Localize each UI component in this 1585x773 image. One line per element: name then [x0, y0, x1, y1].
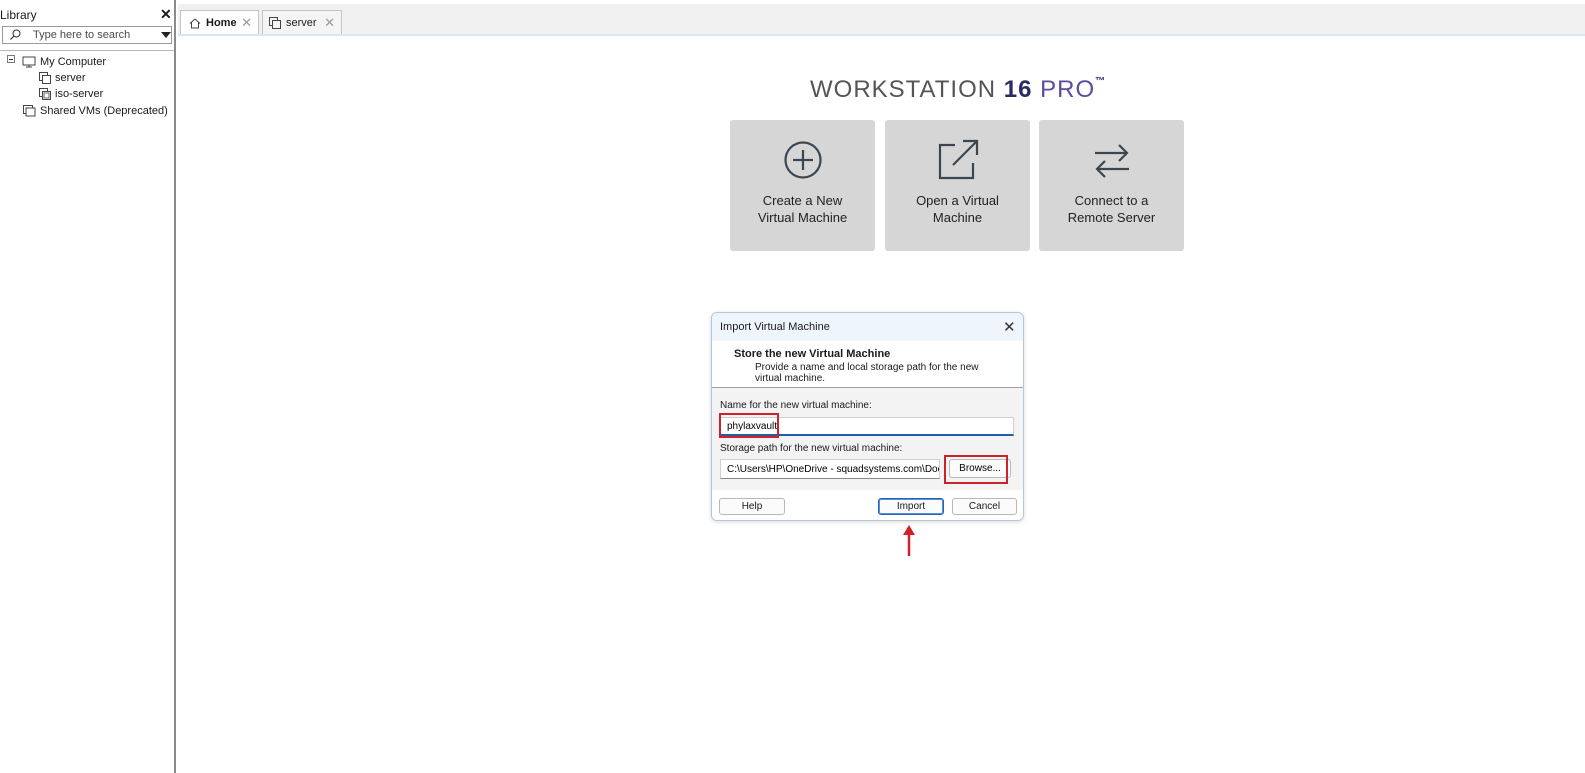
- connect-server-tile[interactable]: Connect to a Remote Server: [1039, 120, 1184, 251]
- library-tree: My Computer server iso-server Shared VMs…: [0, 50, 174, 771]
- collapse-icon[interactable]: [7, 55, 15, 63]
- name-highlight-box: [719, 413, 779, 438]
- tab-close-icon[interactable]: ✕: [324, 15, 335, 31]
- tree-item-label: My Computer: [40, 56, 107, 68]
- tree-item-label: iso-server: [55, 88, 104, 100]
- tree-item-label: Shared VMs (Deprecated): [40, 105, 168, 117]
- library-search[interactable]: [2, 26, 172, 44]
- dialog-title: Import Virtual Machine: [720, 321, 830, 333]
- plus-circle-icon: [784, 141, 822, 179]
- tab-label: Home: [206, 17, 237, 29]
- open-vm-tile[interactable]: Open a Virtual Machine: [885, 120, 1030, 251]
- product-brand: WORKSTATION 16 PRO™: [810, 76, 1106, 104]
- search-icon: [10, 29, 21, 40]
- annotation-arrow-icon: [903, 525, 915, 556]
- dialog-body: Name for the new virtual machine: Storag…: [712, 388, 1023, 490]
- help-button[interactable]: Help: [719, 498, 785, 515]
- brand-edition: PRO: [1032, 76, 1096, 103]
- dialog-titlebar: Import Virtual Machine ✕: [712, 313, 1023, 341]
- create-vm-tile[interactable]: Create a New Virtual Machine: [730, 120, 875, 251]
- vm-icon: [39, 72, 51, 84]
- tree-item-server[interactable]: server: [39, 70, 86, 86]
- tile-label: Open a Virtual Machine: [916, 193, 999, 225]
- library-title: Library: [0, 8, 37, 22]
- import-vm-dialog: Import Virtual Machine ✕ Store the new V…: [711, 312, 1024, 521]
- tree-item-my-computer[interactable]: My Computer: [22, 54, 106, 70]
- swap-arrows-icon: [1095, 144, 1129, 178]
- tab-label: server: [286, 16, 317, 29]
- tab-server[interactable]: server ✕: [262, 10, 342, 34]
- tile-label: Connect to a Remote Server: [1067, 193, 1156, 225]
- content-divider: [178, 34, 1585, 36]
- tile-label: Create a New Virtual Machine: [757, 193, 848, 225]
- cancel-button[interactable]: Cancel: [952, 498, 1017, 515]
- tree-item-label: server: [55, 72, 86, 84]
- open-external-icon: [938, 139, 979, 180]
- computer-icon: [22, 56, 36, 68]
- brand-trademark: ™: [1095, 76, 1107, 87]
- storage-path-field[interactable]: [720, 459, 940, 479]
- dialog-description: Provide a name and local storage path fo…: [755, 362, 979, 384]
- brand-version: 16: [1003, 76, 1033, 103]
- tab-close-icon[interactable]: ✕: [241, 15, 252, 31]
- tab-bar: Home ✕ server ✕: [178, 4, 1585, 35]
- dialog-close-icon[interactable]: ✕: [1003, 318, 1016, 336]
- library-panel: Library ✕ My Computer server: [0, 0, 176, 773]
- vm-icon: [39, 88, 51, 100]
- storage-path-label: Storage path for the new virtual machine…: [720, 443, 903, 454]
- vm-icon: [269, 16, 281, 29]
- dialog-footer: Help Import Cancel: [712, 490, 1023, 520]
- import-button[interactable]: Import: [878, 498, 944, 515]
- brand-word: WORKSTATION: [810, 76, 1004, 103]
- shared-vms-icon: [23, 105, 36, 117]
- search-dropdown-icon[interactable]: [161, 32, 171, 38]
- vm-name-label: Name for the new virtual machine:: [720, 400, 872, 411]
- library-header: Library ✕: [0, 4, 174, 24]
- dialog-header: Store the new Virtual Machine Provide a …: [712, 341, 1023, 388]
- home-icon: [189, 17, 201, 28]
- dialog-heading: Store the new Virtual Machine: [734, 348, 891, 360]
- tree-item-shared-vms[interactable]: Shared VMs (Deprecated): [22, 103, 168, 119]
- library-search-input[interactable]: [33, 27, 157, 43]
- library-close-icon[interactable]: ✕: [160, 6, 172, 23]
- tab-home[interactable]: Home ✕: [180, 10, 259, 35]
- tree-item-iso-server[interactable]: iso-server: [39, 86, 103, 102]
- browse-highlight-box: [944, 455, 1008, 484]
